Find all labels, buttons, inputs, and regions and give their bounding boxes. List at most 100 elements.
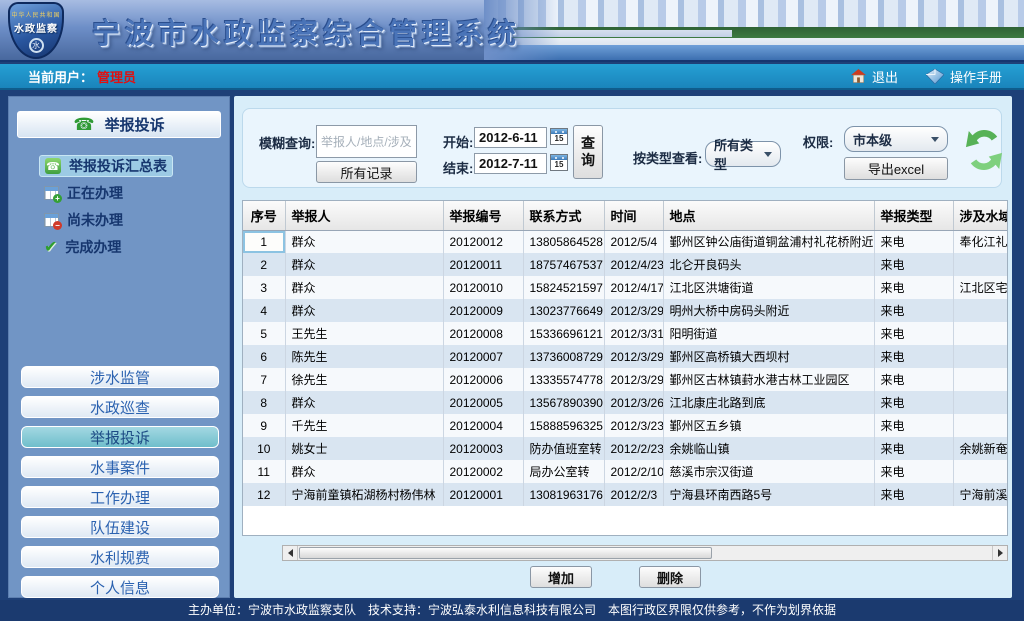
permission-select[interactable]: 市本级 xyxy=(844,126,948,152)
table-row[interactable]: 10姚女士20120003防办值班室转2012/2/23余姚临山镇来电余姚新奄 xyxy=(243,437,1008,460)
sidebar-item-not-handled[interactable]: − 尚未办理 xyxy=(39,209,128,231)
table-cell: 鄞州区钟公庙街道铜盆浦村礼花桥附近 xyxy=(663,230,874,253)
scroll-left-arrow-icon[interactable] xyxy=(283,546,298,560)
table-header-row: 序号 举报人 举报编号 联系方式 时间 地点 举报类型 涉及水域 xyxy=(243,201,1008,230)
table-row[interactable]: 4群众20120009130237766492012/3/29明州大桥中房码头附… xyxy=(243,299,1008,322)
current-user: 当前用户：管理员 xyxy=(28,67,136,86)
nav-water-cases[interactable]: 水事案件 xyxy=(21,456,219,478)
table-cell: 群众 xyxy=(285,276,443,299)
col-waters[interactable]: 涉及水域 xyxy=(953,201,1008,230)
all-records-button[interactable]: 所有记录 xyxy=(316,161,417,183)
table-cell: 来电 xyxy=(874,322,953,345)
table-cell: 20120009 xyxy=(443,299,523,322)
table-row[interactable]: 6陈先生20120007137360087292012/3/29鄞州区高桥镇大西… xyxy=(243,345,1008,368)
table-row[interactable]: 1群众20120012138058645282012/5/4鄞州区钟公庙街道铜盆… xyxy=(243,230,1008,253)
permission-value: 市本级 xyxy=(853,130,892,149)
sidebar-section-header[interactable]: ☎ 举报投诉 xyxy=(17,111,221,138)
end-calendar-icon[interactable]: 15 xyxy=(550,154,568,171)
col-location[interactable]: 地点 xyxy=(663,201,874,230)
refresh-icon[interactable] xyxy=(965,127,1003,173)
table-cell: 13335574778 xyxy=(523,368,604,391)
logout-button[interactable]: 退出 xyxy=(851,67,898,86)
end-date-input[interactable] xyxy=(474,153,547,174)
delete-button[interactable]: 删除 xyxy=(639,566,701,588)
export-excel-button[interactable]: 导出excel xyxy=(844,157,948,180)
col-reporter[interactable]: 举报人 xyxy=(285,201,443,230)
phone-icon: ☎ xyxy=(73,116,94,133)
table-cell: 2012/4/17 xyxy=(604,276,663,299)
table-cell: 鄞州区古林镇葑水港古林工业园区 xyxy=(663,368,874,391)
chevron-down-icon xyxy=(764,152,772,157)
table-cell: 4 xyxy=(243,299,285,322)
table-row[interactable]: 11群众20120002局办公室转2012/2/10慈溪市宗汉街道来电 xyxy=(243,460,1008,483)
fuzzy-search-input[interactable] xyxy=(316,125,417,158)
table-row[interactable]: 5王先生20120008153366961212012/3/31阳明街道来电 xyxy=(243,322,1008,345)
table-cell: 王先生 xyxy=(285,322,443,345)
table-cell xyxy=(953,345,1008,368)
horizontal-scrollbar[interactable] xyxy=(282,545,1008,561)
table-row[interactable]: 3群众20120010158245215972012/4/17江北区洪塘街道来电… xyxy=(243,276,1008,299)
sidebar-item-in-progress[interactable]: + 正在办理 xyxy=(39,182,128,204)
table-cell: 来电 xyxy=(874,368,953,391)
scrollbar-thumb[interactable] xyxy=(299,547,712,559)
scroll-right-arrow-icon[interactable] xyxy=(992,546,1007,560)
table-cell: 13567890390 xyxy=(523,391,604,414)
table-cell: 宁海县环南西路5号 xyxy=(663,483,874,506)
table-cell: 2012/3/29 xyxy=(604,368,663,391)
table-row[interactable]: 2群众20120011187574675372012/4/23北仑开良码头来电 xyxy=(243,253,1008,276)
table-cell: 2 xyxy=(243,253,285,276)
nav-report-complaint[interactable]: 举报投诉 xyxy=(21,426,219,448)
table-cell: 江北区洪塘街道 xyxy=(663,276,874,299)
nav-team-building[interactable]: 队伍建设 xyxy=(21,516,219,538)
table-cell: 18757467537 xyxy=(523,253,604,276)
manual-button[interactable]: 操作手册 xyxy=(926,67,1002,86)
table-cell: 宁海前溪 xyxy=(953,483,1008,506)
nav-personal-info[interactable]: 个人信息 xyxy=(21,576,219,598)
table-row[interactable]: 7徐先生20120006133355747782012/3/29鄞州区古林镇葑水… xyxy=(243,368,1008,391)
start-date-input[interactable] xyxy=(474,127,547,148)
logout-label: 退出 xyxy=(872,67,898,86)
sidebar-item-report-summary[interactable]: ☎ 举报投诉汇总表 xyxy=(39,155,173,177)
start-date-label: 开始: xyxy=(443,132,473,151)
col-report-no[interactable]: 举报编号 xyxy=(443,201,523,230)
end-date-label: 结束: xyxy=(443,158,473,177)
col-report-type[interactable]: 举报类型 xyxy=(874,201,953,230)
col-seq[interactable]: 序号 xyxy=(243,201,285,230)
table-cell: 20120012 xyxy=(443,230,523,253)
add-button[interactable]: 增加 xyxy=(530,566,592,588)
type-filter-select[interactable]: 所有类型 xyxy=(705,141,781,167)
start-calendar-icon[interactable]: 15 xyxy=(550,128,568,145)
col-time[interactable]: 时间 xyxy=(604,201,663,230)
submenu-label: 完成办理 xyxy=(65,237,121,257)
table-cell: 来电 xyxy=(874,230,953,253)
nav-work-handling[interactable]: 工作办理 xyxy=(21,486,219,508)
table-cell: 来电 xyxy=(874,299,953,322)
sidebar-submenu: ☎ 举报投诉汇总表 + 正在办理 − 尚未办理 ✔ 完成办理 xyxy=(39,155,229,263)
nav-water-fees[interactable]: 水利规费 xyxy=(21,546,219,568)
calendar-day: 15 xyxy=(551,134,567,144)
table-cell: 明州大桥中房码头附近 xyxy=(663,299,874,322)
table-row[interactable]: 12宁海前童镇柘湖杨村杨伟林20120001130819631762012/2/… xyxy=(243,483,1008,506)
permission-label: 权限: xyxy=(803,132,833,151)
table-cell: 来电 xyxy=(874,276,953,299)
table-cell: 阳明街道 xyxy=(663,322,874,345)
report-table-body: 1群众20120012138058645282012/5/4鄞州区钟公庙街道铜盆… xyxy=(243,230,1008,506)
table-cell: 20120007 xyxy=(443,345,523,368)
table-cell: 20120005 xyxy=(443,391,523,414)
nav-water-supervision[interactable]: 涉水监管 xyxy=(21,366,219,388)
table-cell: 来电 xyxy=(874,483,953,506)
table-row[interactable]: 9千先生20120004158885963252012/3/23鄞州区五乡镇来电 xyxy=(243,414,1008,437)
calendar-day: 15 xyxy=(551,160,567,170)
table-cell: 20120010 xyxy=(443,276,523,299)
table-cell: 15824521597 xyxy=(523,276,604,299)
sidebar-item-completed[interactable]: ✔ 完成办理 xyxy=(39,236,126,258)
table-cell: 20120001 xyxy=(443,483,523,506)
table-cell: 宁海前童镇柘湖杨村杨伟林 xyxy=(285,483,443,506)
table-cell: 15888596325 xyxy=(523,414,604,437)
table-cell: 江北区宅 xyxy=(953,276,1008,299)
table-cell xyxy=(953,414,1008,437)
table-row[interactable]: 8群众20120005135678903902012/3/26江北康庄北路到底来… xyxy=(243,391,1008,414)
nav-water-patrol[interactable]: 水政巡查 xyxy=(21,396,219,418)
col-contact[interactable]: 联系方式 xyxy=(523,201,604,230)
search-button[interactable]: 查询 xyxy=(573,125,603,179)
